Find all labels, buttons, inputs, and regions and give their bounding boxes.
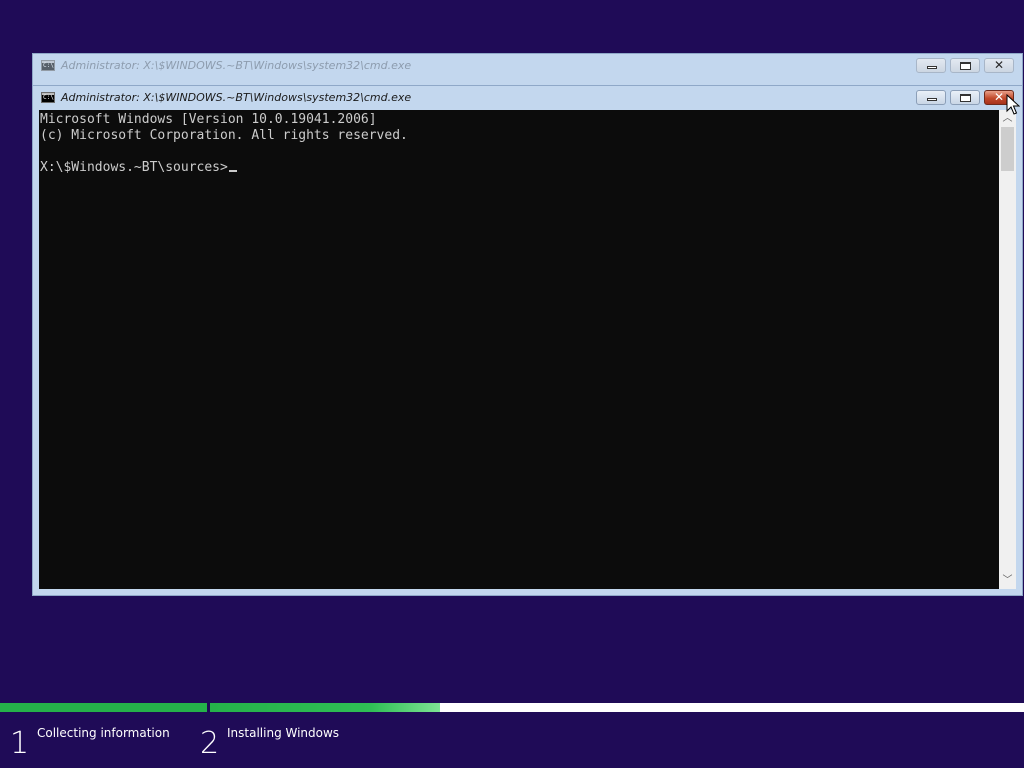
- cmd-icon: [41, 92, 55, 103]
- scroll-thumb[interactable]: [1001, 127, 1014, 171]
- console-text: Microsoft Windows [Version 10.0.19041.20…: [40, 112, 996, 176]
- progress-segment-installing: [210, 703, 1024, 712]
- maximize-button[interactable]: [950, 58, 980, 73]
- mouse-pointer-icon: [1006, 94, 1020, 115]
- caption-buttons: ✕: [912, 90, 1014, 106]
- setup-progress-bar: [0, 701, 1024, 712]
- progress-segment-collecting: [0, 703, 207, 712]
- caption-buttons: ✕: [912, 58, 1014, 74]
- progress-fill: [210, 703, 441, 712]
- command-prompt[interactable]: X:\$Windows.~BT\sources>: [40, 160, 228, 175]
- title-bar[interactable]: Administrator: X:\$WINDOWS.~BT\Windows\s…: [33, 86, 1022, 110]
- chevron-down-icon: ﹀: [1002, 575, 1013, 586]
- step-label: Installing Windows: [227, 726, 340, 740]
- close-button[interactable]: ✕: [984, 58, 1014, 73]
- window-title: Administrator: X:\$WINDOWS.~BT\Windows\s…: [61, 59, 412, 72]
- minimize-button[interactable]: [916, 90, 946, 105]
- vertical-scrollbar[interactable]: ︿ ﹀: [999, 110, 1016, 589]
- console-line: Microsoft Windows [Version 10.0.19041.20…: [40, 112, 377, 127]
- scroll-down-button[interactable]: ﹀: [999, 572, 1016, 589]
- minimize-icon: [927, 98, 937, 101]
- progress-fill: [0, 703, 207, 712]
- step-number: 2: [200, 726, 220, 761]
- minimize-button[interactable]: [916, 58, 946, 73]
- window-title: Administrator: X:\$WINDOWS.~BT\Windows\s…: [61, 91, 412, 104]
- cmd-icon: [41, 60, 55, 71]
- step-number: 1: [10, 726, 30, 761]
- maximize-icon: [960, 94, 971, 102]
- maximize-icon: [960, 62, 971, 70]
- close-icon: ✕: [993, 58, 1005, 72]
- cmd-window[interactable]: Administrator: X:\$WINDOWS.~BT\Windows\s…: [32, 85, 1023, 596]
- setup-desktop: Administrator: X:\$WINDOWS.~BT\Windows\s…: [0, 0, 1024, 768]
- minimize-icon: [927, 66, 937, 69]
- console-line: (c) Microsoft Corporation. All rights re…: [40, 128, 408, 143]
- console-output[interactable]: Microsoft Windows [Version 10.0.19041.20…: [39, 110, 1016, 589]
- text-cursor: [228, 170, 237, 172]
- maximize-button[interactable]: [950, 90, 980, 105]
- title-bar[interactable]: Administrator: X:\$WINDOWS.~BT\Windows\s…: [33, 54, 1022, 78]
- step-label: Collecting information: [37, 726, 170, 740]
